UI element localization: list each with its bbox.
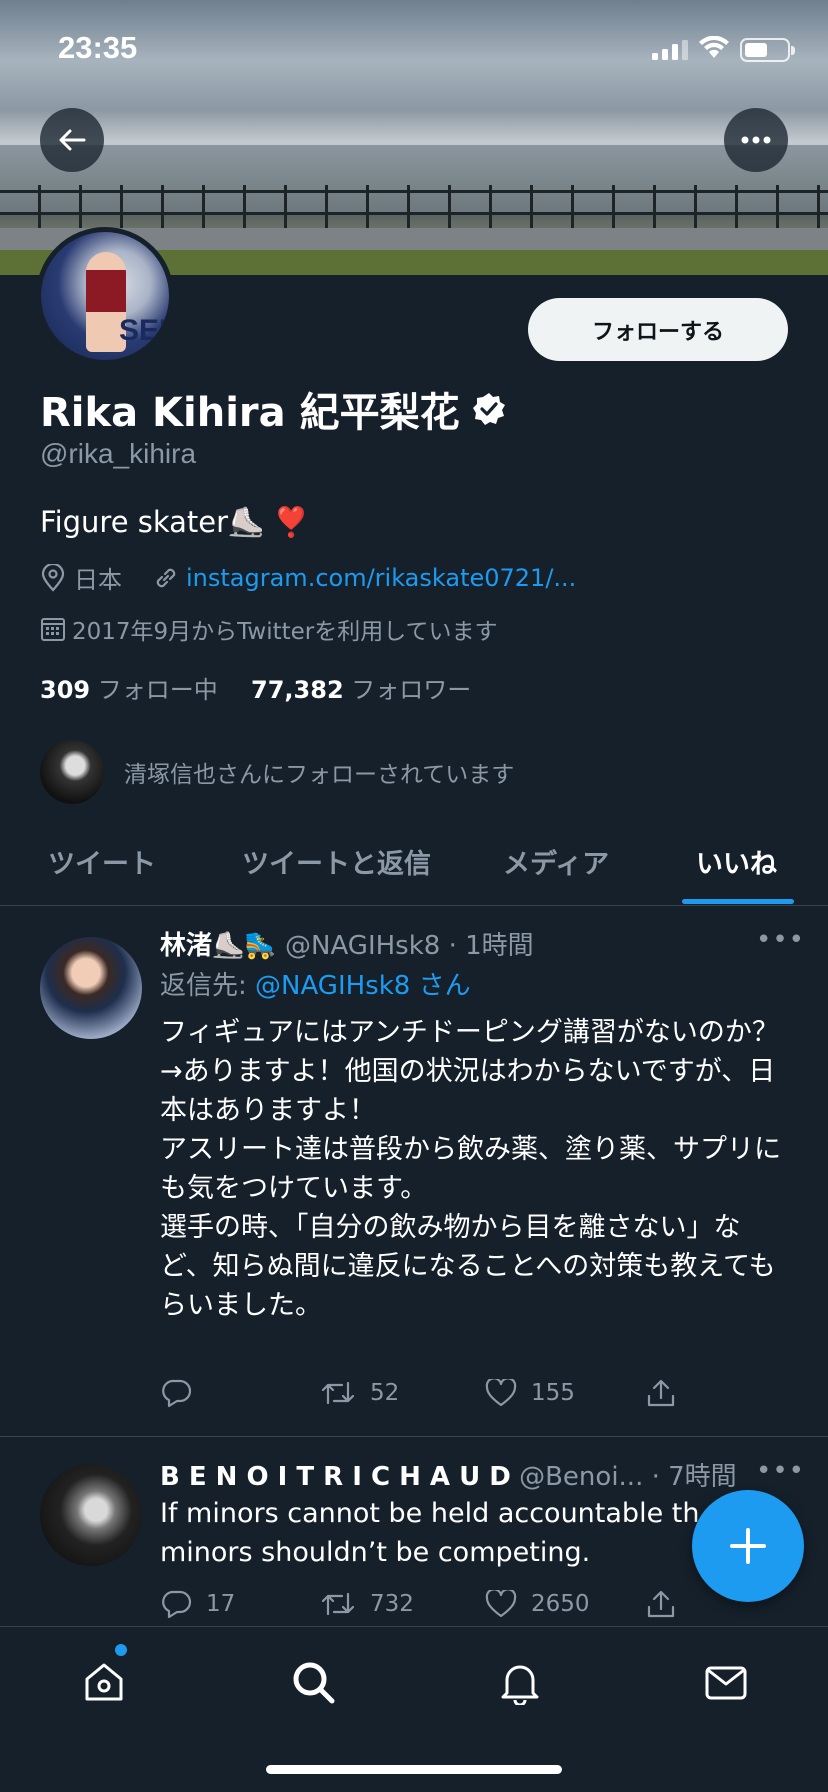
tweet-header: 林渚⛸️🛼 @NAGIHsk8 · 1時間 — [160, 925, 534, 962]
like-button[interactable]: 2650 — [485, 1590, 590, 1618]
followed-by-row[interactable]: 清塚信也さんにフォローされています — [40, 740, 514, 804]
tab-likes[interactable]: いいね — [696, 842, 777, 881]
search-icon — [293, 1662, 335, 1704]
location-icon — [41, 563, 65, 592]
nav-notifications[interactable] — [490, 1652, 550, 1712]
link-icon — [156, 568, 176, 587]
profile-name: Rika Kihira 紀平梨花 — [40, 390, 460, 436]
retweet-count: 732 — [370, 1591, 414, 1617]
reply-icon — [162, 1379, 192, 1408]
following-link[interactable]: 309 フォロー中 — [40, 676, 218, 704]
followers-link[interactable]: 77,382 フォロワー — [251, 676, 471, 704]
tab-tweets-replies[interactable]: ツイートと返信 — [242, 842, 431, 881]
wifi-icon — [699, 36, 729, 58]
like-button[interactable]: 155 — [485, 1379, 575, 1407]
reply-button[interactable] — [160, 1378, 206, 1408]
retweet-button[interactable]: 732 — [320, 1590, 414, 1618]
status-time: 23:35 — [58, 30, 138, 65]
status-bar: 23:35 — [0, 0, 828, 100]
tweet-avatar[interactable] — [40, 1464, 142, 1566]
tweet-item[interactable]: 林渚⛸️🛼 @NAGIHsk8 · 1時間 ••• 返信先: @NAGIHsk8… — [0, 907, 828, 1437]
tweet-more-button[interactable]: ••• — [756, 1456, 805, 1486]
compose-plus-icon — [730, 1528, 766, 1564]
profile-link[interactable]: instagram.com/rikaskate0721/... — [186, 564, 576, 592]
tweet-author-handle: @Benoi... — [519, 1462, 644, 1492]
active-tab-indicator — [682, 899, 794, 904]
reply-button[interactable]: 17 — [160, 1589, 235, 1619]
more-options-button[interactable] — [724, 108, 788, 172]
more-icon — [741, 136, 771, 144]
share-icon — [647, 1590, 675, 1618]
nav-home[interactable] — [74, 1652, 134, 1712]
verified-icon — [472, 393, 505, 425]
tweet-actions: 17 732 2650 — [160, 1584, 720, 1624]
back-arrow-icon — [59, 129, 86, 151]
tweet-time: · 7時間 — [651, 1462, 737, 1492]
tweet-author-name: 林渚⛸️🛼 — [160, 931, 277, 961]
profile-joined-row: 2017年9月からTwitterを利用しています — [40, 612, 498, 646]
profile-tabs: ツイート ツイートと返信 メディア いいね — [0, 830, 828, 906]
reply-count: 17 — [206, 1591, 236, 1617]
tweet-avatar[interactable] — [40, 937, 142, 1039]
tweet-more-button[interactable]: ••• — [756, 925, 805, 955]
like-count: 155 — [531, 1380, 575, 1406]
profile-joined: 2017年9月からTwitterを利用しています — [72, 619, 498, 645]
home-unread-dot — [115, 1644, 127, 1656]
tab-tweets[interactable]: ツイート — [48, 842, 156, 881]
followers-count: 77,382 — [251, 676, 344, 704]
reply-prefix: 返信先: — [160, 971, 256, 1001]
home-indicator — [266, 1765, 562, 1774]
reply-mention[interactable]: @NAGIHsk8 さん — [255, 971, 471, 1001]
avatar-board-text: SEK — [119, 314, 169, 347]
retweet-count: 52 — [370, 1380, 400, 1406]
home-icon — [85, 1663, 123, 1701]
profile-avatar[interactable]: SEK — [36, 227, 174, 365]
back-button[interactable] — [40, 108, 104, 172]
profile-location: 日本 — [74, 566, 122, 594]
compose-tweet-button[interactable] — [692, 1490, 804, 1602]
battery-icon — [740, 38, 795, 62]
follower-avatar — [40, 740, 104, 804]
profile-meta-row: 日本 instagram.com/rikaskate0721/... — [40, 560, 576, 595]
like-icon — [485, 1379, 517, 1407]
following-count: 309 — [40, 676, 91, 704]
notifications-icon — [501, 1665, 539, 1705]
tweet-author-name: B E N O I T R I C H A U D — [160, 1462, 511, 1492]
following-label: フォロー中 — [97, 676, 218, 704]
reply-icon — [162, 1590, 192, 1619]
profile-handle: @rika_kihira — [40, 438, 197, 469]
retweet-icon — [321, 1381, 355, 1405]
messages-icon — [705, 1666, 747, 1700]
nav-search[interactable] — [283, 1652, 343, 1712]
like-icon — [485, 1590, 517, 1618]
tweet-actions: 52 155 — [160, 1373, 720, 1413]
tweet-author-handle: @NAGIHsk8 — [285, 931, 441, 961]
tab-media[interactable]: メディア — [503, 842, 609, 881]
profile-name-row: Rika Kihira 紀平梨花 — [40, 380, 506, 438]
tweet-time: · 1時間 — [448, 931, 534, 961]
tweet-text: フィギュアにはアンチドーピング講習がないのか？ →ありますよ！他国の状況はわから… — [160, 1017, 781, 1321]
profile-bio: Figure skater⛸️ ❣️ — [40, 505, 310, 539]
retweet-button[interactable]: 52 — [320, 1379, 399, 1407]
like-count: 2650 — [531, 1591, 590, 1617]
follow-button[interactable]: フォローする — [528, 298, 788, 361]
tweet-reply-to: 返信先: @NAGIHsk8 さん — [160, 965, 471, 1002]
cellular-signal-icon — [652, 40, 688, 60]
share-icon — [647, 1379, 675, 1407]
tweet-header: B E N O I T R I C H A U D @Benoi... · 7時… — [160, 1456, 737, 1493]
nav-messages[interactable] — [696, 1652, 756, 1712]
followers-label: フォロワー — [351, 676, 472, 704]
share-button[interactable] — [646, 1589, 676, 1619]
followed-by-text: 清塚信也さんにフォローされています — [124, 762, 515, 788]
retweet-icon — [321, 1592, 355, 1616]
calendar-icon — [41, 618, 65, 641]
share-button[interactable] — [646, 1378, 676, 1408]
profile-stats: 309 フォロー中 77,382 フォロワー — [40, 670, 471, 705]
